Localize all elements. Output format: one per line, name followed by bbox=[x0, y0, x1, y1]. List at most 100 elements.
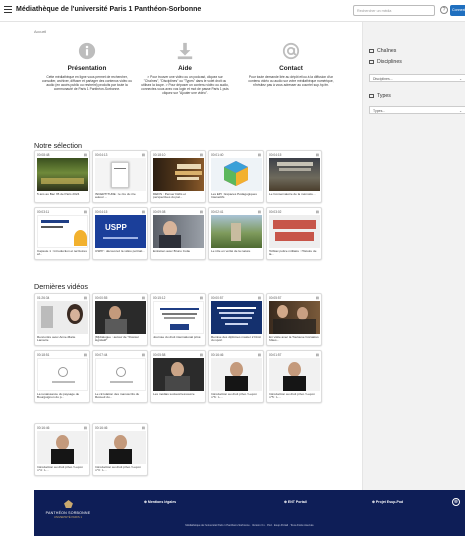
video-thumbnail[interactable] bbox=[153, 215, 204, 248]
footer-link-esup[interactable]: ⊕ Projet Esup-Pod bbox=[372, 500, 403, 504]
playlist-icon[interactable]: ▤ bbox=[84, 353, 87, 357]
help-icon[interactable]: ? bbox=[440, 6, 448, 14]
video-thumbnail[interactable] bbox=[211, 215, 262, 248]
playlist-icon[interactable]: ▤ bbox=[84, 210, 87, 214]
video-thumbnail[interactable] bbox=[269, 215, 320, 248]
video-title[interactable]: Les médias sociaux/ressource bbox=[151, 391, 205, 400]
video-thumbnail[interactable] bbox=[153, 358, 204, 391]
playlist-icon[interactable]: ▤ bbox=[258, 353, 261, 357]
video-thumbnail[interactable] bbox=[269, 301, 320, 334]
disciplines-select[interactable]: Disciplines... ⌄ bbox=[369, 74, 465, 82]
playlist-icon[interactable]: ▤ bbox=[84, 296, 87, 300]
video-card[interactable]: 00:04:15 ▤ USPP USPP : découvrez la vidéo… bbox=[92, 207, 148, 260]
video-title[interactable]: Entretien avec Bruno Cotte bbox=[151, 248, 205, 257]
video-card[interactable]: 00:16:46 ▤ Introduction au droit privé / … bbox=[208, 350, 264, 403]
video-title[interactable]: Le circulation des manuscrits du Récueil… bbox=[93, 391, 147, 400]
playlist-icon[interactable]: ▤ bbox=[200, 210, 203, 214]
playlist-icon[interactable]: ▤ bbox=[142, 296, 145, 300]
playlist-icon[interactable]: ▤ bbox=[316, 210, 319, 214]
video-thumbnail[interactable] bbox=[95, 158, 146, 191]
video-card[interactable]: 00:00:55 ▤ [M]dialogue : autour de "Dossi… bbox=[92, 293, 148, 346]
video-card[interactable]: 00:18:51 ▤ La renaissance du paysage de B… bbox=[34, 350, 90, 403]
playlist-icon[interactable]: ▤ bbox=[200, 353, 203, 357]
video-card[interactable]: 00:08:48 ▤ 5 ans au Bac 35 de Paris 2024 bbox=[34, 150, 90, 203]
video-card[interactable]: 00:07:44 ▤ Le circulation des manuscrits … bbox=[92, 350, 148, 403]
video-card[interactable]: 00:04:13 ▤ INCERTITUDE : le rire du rire … bbox=[92, 150, 148, 203]
playlist-icon[interactable]: ▤ bbox=[258, 153, 261, 157]
video-title[interactable]: Introduction au droit privé / Leçon n°6 … bbox=[209, 391, 263, 400]
video-title[interactable]: Tolbiac police militaire : Histoire de l… bbox=[267, 248, 321, 257]
video-card[interactable]: 00:15:12 ▤ Journée du droit international… bbox=[150, 293, 206, 346]
video-title[interactable]: Remise des diplômes master 2 Droit du sp… bbox=[209, 334, 263, 343]
video-thumbnail[interactable] bbox=[37, 215, 88, 248]
video-title[interactable]: 5 ans au Bac 35 de Paris 2024 bbox=[35, 191, 89, 200]
video-card[interactable]: 00:01:40 ▤ Les EPI : Espaces Pédagogiques… bbox=[208, 150, 264, 203]
university-logo[interactable]: PANTHÉON SORBONNE UNIVERSITÉ PARIS 1 bbox=[38, 500, 98, 519]
playlist-icon[interactable]: ▤ bbox=[258, 210, 261, 214]
playlist-icon[interactable]: ▤ bbox=[316, 153, 319, 157]
video-card[interactable]: 00:03:11 ▤ Capsule 1 : Introduction et te… bbox=[34, 207, 90, 260]
video-thumbnail[interactable] bbox=[37, 358, 88, 391]
playlist-icon[interactable]: ▤ bbox=[142, 153, 145, 157]
video-title[interactable]: USPP : découvrez la vidéo portrait... bbox=[93, 248, 147, 257]
breadcrumb[interactable]: Accueil bbox=[34, 30, 46, 34]
video-card[interactable]: 00:09:08 ▤ Entretien avec Bruno Cotte bbox=[150, 207, 206, 260]
video-thumbnail[interactable] bbox=[95, 301, 146, 334]
video-thumbnail[interactable] bbox=[37, 301, 88, 334]
video-card[interactable]: 00:05:58 ▤ Les médias sociaux/ressource bbox=[150, 350, 206, 403]
video-title[interactable]: Les EPI : Espaces Pédagogiques Interacti… bbox=[209, 191, 263, 200]
video-thumbnail[interactable] bbox=[211, 358, 262, 391]
video-card[interactable]: 01:26:34 ▤ Rencontre avec Anne-Marie Lama… bbox=[34, 293, 90, 346]
playlist-icon[interactable]: ▤ bbox=[200, 296, 203, 300]
video-title[interactable]: Le rôle en vérité de la nature bbox=[209, 248, 263, 257]
playlist-icon[interactable]: ▤ bbox=[316, 296, 319, 300]
sidebar-item-chaines[interactable]: Chaînes bbox=[369, 48, 396, 54]
video-card[interactable]: 00:18:10 ▤ DEFIS : Penser Défis et perspe… bbox=[150, 150, 206, 203]
login-button[interactable]: Connexion bbox=[450, 5, 465, 16]
types-select[interactable]: Types... ⌄ bbox=[369, 106, 465, 114]
video-card[interactable]: 00:04:15 ▤ Le Conservatoire de la mémoire… bbox=[266, 150, 322, 203]
video-title[interactable]: Introduction au droit privé / Leçon n°4 … bbox=[35, 464, 89, 473]
video-title[interactable]: DEFIS : Penser Défis et perspectives du … bbox=[151, 191, 205, 200]
close-icon[interactable]: ⊗ bbox=[452, 498, 460, 506]
video-thumbnail[interactable] bbox=[153, 158, 204, 191]
video-thumbnail[interactable] bbox=[37, 431, 88, 464]
sidebar-item-types[interactable]: Types bbox=[369, 93, 391, 99]
playlist-icon[interactable]: ▤ bbox=[200, 153, 203, 157]
video-thumbnail[interactable]: USPP bbox=[95, 215, 146, 248]
playlist-icon[interactable]: ▤ bbox=[84, 426, 87, 430]
video-thumbnail[interactable] bbox=[95, 358, 146, 391]
video-thumbnail[interactable] bbox=[269, 158, 320, 191]
playlist-icon[interactable]: ▤ bbox=[84, 153, 87, 157]
video-card[interactable]: 00:03:02 ▤ Tolbiac police militaire : His… bbox=[266, 207, 322, 260]
video-thumbnail[interactable] bbox=[211, 301, 262, 334]
video-thumbnail[interactable] bbox=[211, 158, 262, 191]
video-card[interactable]: 00:01:57 ▤ Introduction au droit privé / … bbox=[266, 350, 322, 403]
video-card[interactable]: 00:00:57 ▤ Remise des diplômes master 2 D… bbox=[208, 293, 264, 346]
playlist-icon[interactable]: ▤ bbox=[142, 210, 145, 214]
video-card[interactable]: 00:16:46 ▤ Introduction au droit privé / … bbox=[34, 423, 90, 476]
video-thumbnail[interactable] bbox=[95, 431, 146, 464]
video-thumbnail[interactable] bbox=[153, 301, 204, 334]
video-card[interactable]: 00:02:41 ▤ Le rôle en vérité de la nature bbox=[208, 207, 264, 260]
search-input[interactable]: Rechercher un média bbox=[353, 5, 435, 16]
playlist-icon[interactable]: ▤ bbox=[142, 426, 145, 430]
video-title[interactable]: [M]dialogue : autour de "Dossier législa… bbox=[93, 334, 147, 343]
video-card[interactable]: 00:05:57 ▤ En visite avec la Toulouse Cor… bbox=[266, 293, 322, 346]
video-title[interactable]: Le Conservatoire de la mémoire... bbox=[267, 191, 321, 200]
video-title[interactable]: La renaissance du paysage de Bourguignon… bbox=[35, 391, 89, 400]
footer-link-legal[interactable]: ⊕ Mentions légales bbox=[144, 500, 176, 504]
video-thumbnail[interactable] bbox=[37, 158, 88, 191]
video-title[interactable]: INCERTITUDE : le rire du rire autour ... bbox=[93, 191, 147, 200]
video-title[interactable]: Introduction au droit privé / Leçon n°5 … bbox=[267, 391, 321, 400]
video-card[interactable]: 00:16:46 ▤ Introduction au droit privé / … bbox=[92, 423, 148, 476]
sidebar-item-disciplines[interactable]: Disciplines bbox=[369, 59, 402, 65]
footer-link-ent[interactable]: ⊕ ENT Portail bbox=[284, 500, 307, 504]
hamburger-menu-icon[interactable] bbox=[4, 6, 12, 14]
site-title[interactable]: Médiathèque de l'université Paris 1 Pant… bbox=[16, 6, 201, 13]
video-title[interactable]: Introduction au droit privé / Leçon n°3 … bbox=[93, 464, 147, 473]
playlist-icon[interactable]: ▤ bbox=[258, 296, 261, 300]
video-title[interactable]: En visite avec la Toulouse Corsaires hôt… bbox=[267, 334, 321, 343]
video-title[interactable]: Rencontre avec Anne-Marie Lamarre bbox=[35, 334, 89, 343]
video-title[interactable]: Capsule 1 : Introduction et territoires … bbox=[35, 248, 89, 257]
